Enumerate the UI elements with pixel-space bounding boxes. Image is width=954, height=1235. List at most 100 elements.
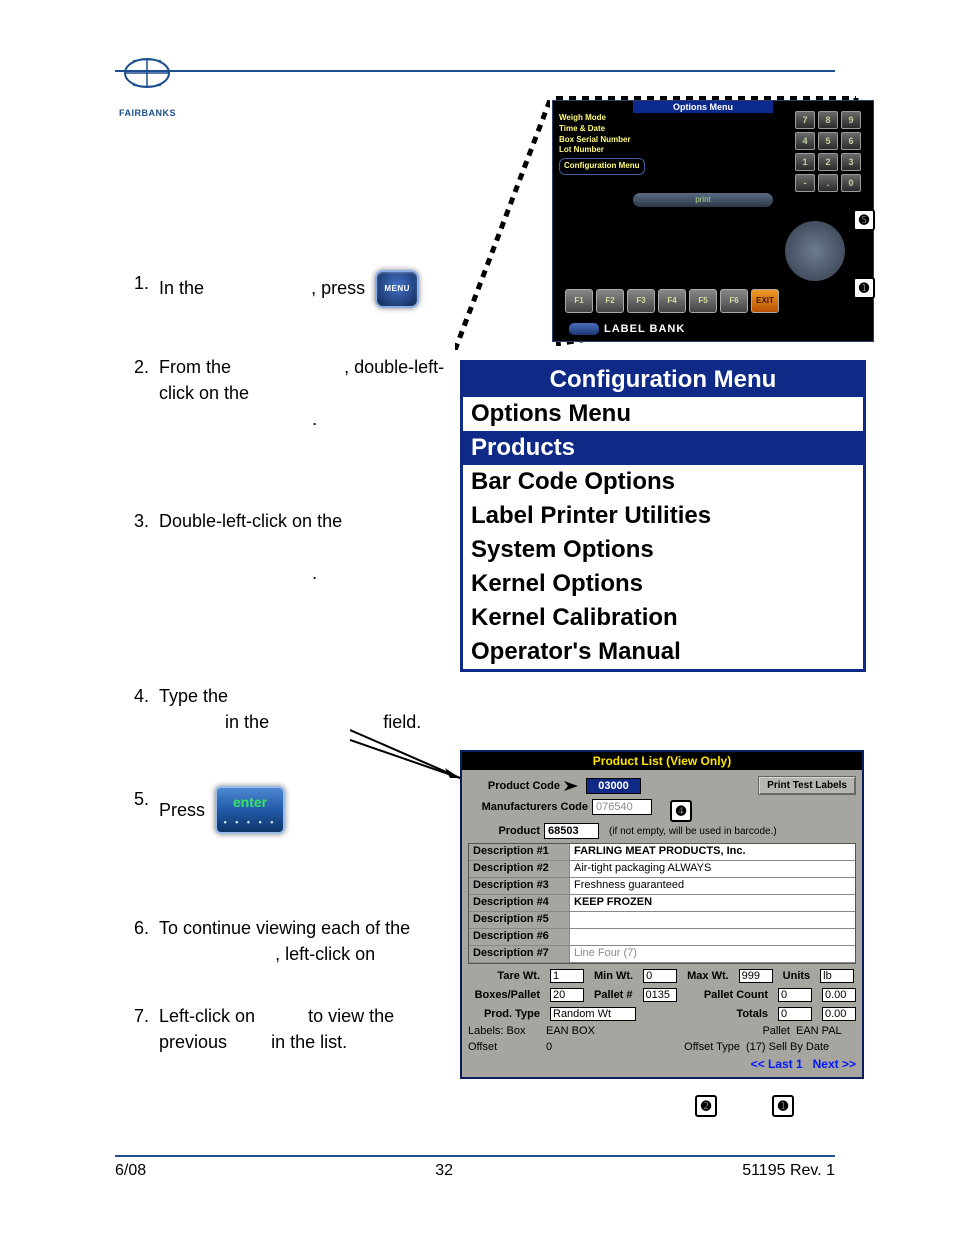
product-code-input[interactable]: 03000 — [586, 778, 641, 794]
terminal-menu-item[interactable]: Box Serial Number — [559, 135, 645, 146]
terminal-screenshot: Options Menu Weigh Mode Time & Date Box … — [552, 100, 874, 342]
description-grid: Description #1FARLING MEAT PRODUCTS, Inc… — [468, 843, 856, 964]
keypad-key[interactable]: . — [818, 174, 838, 192]
label-desc-4: Description #4 — [469, 895, 570, 912]
step-number: 4. — [115, 683, 159, 735]
offset-input[interactable]: 0 — [546, 1041, 552, 1053]
configuration-menu-panel: Configuration Menu Options Menu Products… — [460, 360, 866, 672]
step-text: field. — [383, 712, 421, 732]
labelbank-brand: LABEL BANK — [569, 323, 685, 335]
product-note: (if not empty, will be used in barcode.) — [609, 826, 777, 837]
step-text: To continue viewing each of the — [159, 918, 410, 938]
desc-3-value[interactable]: Freshness guaranteed — [570, 878, 855, 895]
desc-2-value[interactable]: Air-tight packaging ALWAYS — [570, 861, 855, 878]
step-text: , press — [311, 278, 365, 298]
terminal-menu-item[interactable]: Time & Date — [559, 124, 645, 135]
configuration-menu-item[interactable]: Bar Code Options — [463, 465, 863, 499]
label-desc-3: Description #3 — [469, 878, 570, 895]
palletcount-input[interactable]: 0 — [778, 988, 812, 1002]
manufacturers-code-input[interactable]: 076540 — [592, 799, 652, 815]
keypad-key[interactable]: 2 — [818, 153, 838, 171]
boxes-input[interactable]: 20 — [550, 988, 584, 1002]
step-text: in the list. — [271, 1032, 347, 1052]
desc-1-value[interactable]: FARLING MEAT PRODUCTS, Inc. — [570, 844, 855, 861]
terminal-menu-item[interactable]: Configuration Menu — [559, 158, 645, 175]
print-bar[interactable]: print — [633, 193, 773, 207]
keypad-key[interactable]: 9 — [841, 111, 861, 129]
offsettype-input[interactable]: (17) Sell By Date — [746, 1041, 856, 1053]
minwt-input[interactable]: 0 — [643, 969, 677, 983]
labelsbox-input[interactable]: EAN BOX — [546, 1025, 626, 1037]
configuration-menu-item[interactable]: Kernel Calibration — [463, 601, 863, 635]
keypad-key[interactable]: 3 — [841, 153, 861, 171]
totals-dec[interactable]: 0.00 — [822, 1007, 856, 1021]
tare-input[interactable]: 1 — [550, 969, 584, 983]
label-palletno: Pallet # — [594, 989, 633, 1001]
desc-4-value[interactable]: KEEP FROZEN — [570, 895, 855, 912]
marker-1: ➊ — [853, 277, 875, 299]
totals-input[interactable]: 0 — [778, 1007, 812, 1021]
pallet-input[interactable]: EAN PAL — [796, 1025, 856, 1037]
menu-button[interactable]: MENU — [375, 270, 419, 308]
fkey[interactable]: F6 — [720, 289, 748, 313]
prodtype-input[interactable]: Random Wt — [550, 1007, 636, 1021]
label-desc-6: Description #6 — [469, 929, 570, 946]
units-input[interactable]: lb — [820, 969, 854, 983]
next-link[interactable]: Next >> — [813, 1057, 856, 1071]
keypad-key[interactable]: 5 — [818, 132, 838, 150]
palletno-input[interactable]: 0135 — [643, 988, 677, 1002]
keypad-key[interactable]: 0 — [841, 174, 861, 192]
desc-7-value[interactable]: Line Four (7) — [570, 946, 855, 963]
terminal-menu-item[interactable]: Lot Number — [559, 145, 645, 156]
print-test-labels-button[interactable]: Print Test Labels — [758, 776, 856, 795]
configuration-menu-item[interactable]: Operator's Manual — [463, 635, 863, 669]
terminal-menu-item[interactable]: Weigh Mode — [559, 113, 645, 124]
enter-button[interactable]: enter • • • • • — [215, 786, 285, 834]
fkey-row: F1 F2 F3 F4 F5 F6 EXIT — [565, 289, 779, 313]
label-product-code: Product Code — [468, 780, 560, 792]
keypad-key[interactable]: 8 — [818, 111, 838, 129]
enter-button-dots: • • • • • — [217, 816, 283, 829]
label-manufacturers-code: Manufacturers Code — [468, 801, 588, 813]
exit-button[interactable]: EXIT — [751, 289, 779, 313]
fkey[interactable]: F4 — [658, 289, 686, 313]
label-desc-2: Description #2 — [469, 861, 570, 878]
desc-5-value[interactable] — [570, 912, 855, 929]
step-text: , left-click on — [275, 944, 375, 964]
keypad-key[interactable]: 4 — [795, 132, 815, 150]
product-input[interactable]: 68503 — [544, 823, 599, 839]
labelbank-logo-icon — [569, 323, 599, 335]
keypad-key[interactable]: 6 — [841, 132, 861, 150]
dashed-leader-1 — [455, 100, 550, 350]
label-offsettype: Offset Type — [684, 1041, 740, 1053]
keypad-key[interactable]: 1 — [795, 153, 815, 171]
terminal-title: Options Menu — [633, 101, 773, 113]
configuration-menu-item-selected[interactable]: Products — [463, 431, 863, 465]
desc-6-value[interactable] — [570, 929, 855, 946]
maxwt-input[interactable]: 999 — [739, 969, 773, 983]
fkey[interactable]: F1 — [565, 289, 593, 313]
keypad: 7 8 9 4 5 6 1 2 3 - . 0 — [795, 111, 865, 192]
configuration-menu-item[interactable]: Label Printer Utilities — [463, 499, 863, 533]
label-totals: Totals — [736, 1008, 768, 1020]
label-units: Units — [783, 970, 811, 982]
keypad-key[interactable]: 7 — [795, 111, 815, 129]
step-text: Double-left-click on the — [159, 511, 347, 531]
palletcount-dec[interactable]: 0.00 — [822, 988, 856, 1002]
step-number: 3. — [115, 508, 159, 586]
step-text: From the — [159, 357, 236, 377]
configuration-menu-item[interactable]: System Options — [463, 533, 863, 567]
keypad-key[interactable]: - — [795, 174, 815, 192]
fkey[interactable]: F3 — [627, 289, 655, 313]
configuration-menu-item[interactable]: Kernel Options — [463, 567, 863, 601]
page-footer: 6/08 32 51195 Rev. 1 — [115, 1155, 835, 1180]
fkey[interactable]: F5 — [689, 289, 717, 313]
dpad[interactable] — [785, 221, 845, 281]
last-link[interactable]: << Last 1 — [751, 1057, 803, 1071]
step-number: 2. — [115, 354, 159, 432]
label-minwt: Min Wt. — [594, 970, 633, 982]
marker-2: ➋ — [695, 1095, 717, 1117]
footer-left: 6/08 — [115, 1162, 146, 1180]
footer-center: 32 — [435, 1162, 453, 1180]
fkey[interactable]: F2 — [596, 289, 624, 313]
